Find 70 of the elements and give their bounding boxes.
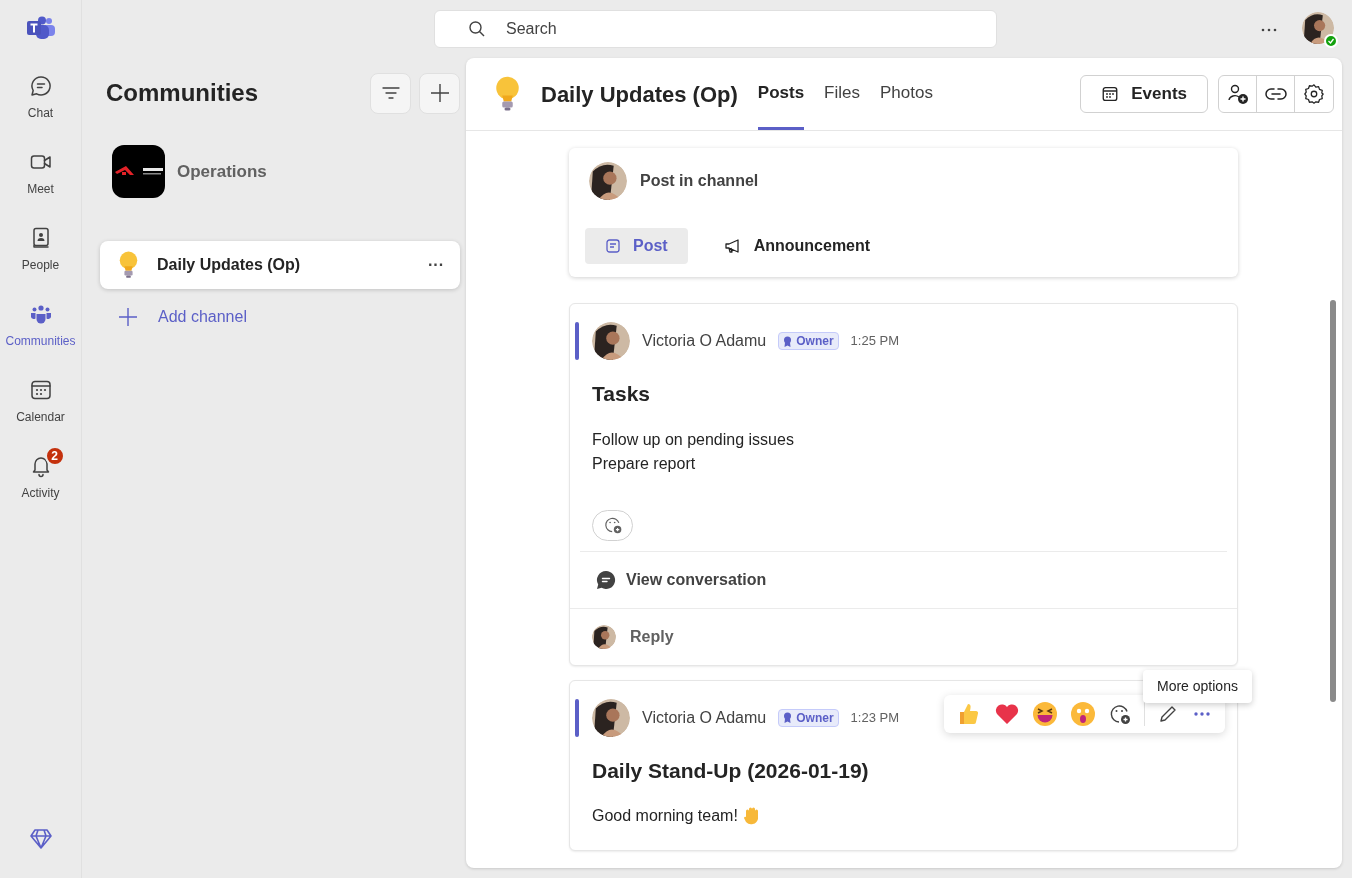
accent-bar: [575, 322, 579, 360]
diamond-icon[interactable]: [28, 828, 53, 850]
chat-icon: [28, 74, 53, 98]
avatar: [589, 162, 627, 200]
notification-badge: 2: [44, 446, 65, 466]
calendar-icon: [28, 378, 53, 402]
panel-title: Communities: [105, 78, 259, 108]
post-type-tab[interactable]: Announcement: [703, 228, 891, 264]
accent-bar: [575, 698, 579, 737]
avatar: [592, 624, 616, 649]
settings-icon: [1303, 83, 1325, 105]
add-channel-link[interactable]: Add channel: [118, 305, 247, 329]
community-name[interactable]: Operations: [177, 158, 267, 185]
plus-icon: [429, 83, 450, 103]
calendar-icon: [1101, 85, 1120, 103]
light-bulb-icon: [118, 251, 139, 279]
channel-name: Daily Updates (Op): [157, 255, 302, 275]
post-type-tab[interactable]: Post: [585, 228, 688, 264]
post-text: Follow up on pending issues: [592, 429, 794, 450]
add-button[interactable]: [419, 72, 460, 114]
channel-item[interactable]: Daily Updates (Op) ···: [100, 241, 460, 289]
search-icon: [468, 20, 486, 38]
filter-button[interactable]: [370, 72, 411, 114]
add-reaction-icon: [602, 515, 623, 535]
channel-title: Daily Updates (Op): [541, 80, 738, 109]
avatar: [1302, 12, 1334, 44]
rail-item[interactable]: Meet: [3, 142, 78, 198]
author-name: Victoria O Adamu: [642, 707, 767, 728]
composer-placeholder[interactable]: Post in channel: [640, 169, 759, 193]
surprised-face-icon[interactable]: [1070, 700, 1096, 727]
light-bulb-icon: [494, 76, 521, 112]
avatar: [592, 322, 630, 360]
role-badge: Owner: [778, 708, 839, 727]
author-name: Victoria O Adamu: [642, 331, 767, 351]
megaphone-icon: [723, 238, 742, 254]
link-icon: [1264, 87, 1287, 101]
channel-tab[interactable]: Photos: [880, 58, 933, 130]
rail-item[interactable]: Communities: [3, 294, 78, 350]
rail-item[interactable]: Chat: [3, 66, 78, 122]
award-icon: [783, 712, 793, 723]
tooltip: More options: [1143, 670, 1252, 703]
avatar: [592, 698, 630, 737]
plus-icon: [118, 307, 138, 327]
search-field[interactable]: Search: [434, 10, 997, 48]
role-badge: Owner: [778, 332, 839, 350]
channel-tab[interactable]: Files: [824, 58, 860, 130]
reply-button[interactable]: Reply: [630, 624, 674, 649]
note-icon: [605, 238, 621, 254]
post-title: Tasks: [592, 381, 651, 407]
available-status-icon: [1324, 34, 1338, 48]
post-time: 1:25 PM: [850, 332, 899, 351]
more-options-button[interactable]: ···: [428, 253, 444, 277]
view-conversation-button[interactable]: View conversation: [596, 551, 767, 608]
events-button[interactable]: Events: [1080, 75, 1208, 113]
profile-avatar[interactable]: [1302, 12, 1336, 46]
person-add-icon: [1226, 83, 1249, 105]
chat-bubble-icon: [596, 569, 616, 590]
award-icon: [783, 335, 793, 347]
post-text: Prepare report: [592, 453, 696, 474]
rail-item[interactable]: Calendar: [3, 370, 78, 426]
rail-item[interactable]: Activity 2: [3, 446, 78, 502]
rail-item[interactable]: People: [3, 218, 78, 274]
post-text: Good morning team!: [592, 806, 738, 826]
people-group-icon: [28, 302, 53, 326]
laughing-face-icon[interactable]: [1032, 700, 1058, 727]
app-logo[interactable]: [26, 16, 55, 40]
channel-tab[interactable]: Posts: [757, 58, 805, 130]
filter-icon: [381, 86, 400, 100]
post-title: Daily Stand-Up (2026-01-19): [592, 757, 870, 784]
post-time: 1:23 PM: [850, 708, 899, 727]
